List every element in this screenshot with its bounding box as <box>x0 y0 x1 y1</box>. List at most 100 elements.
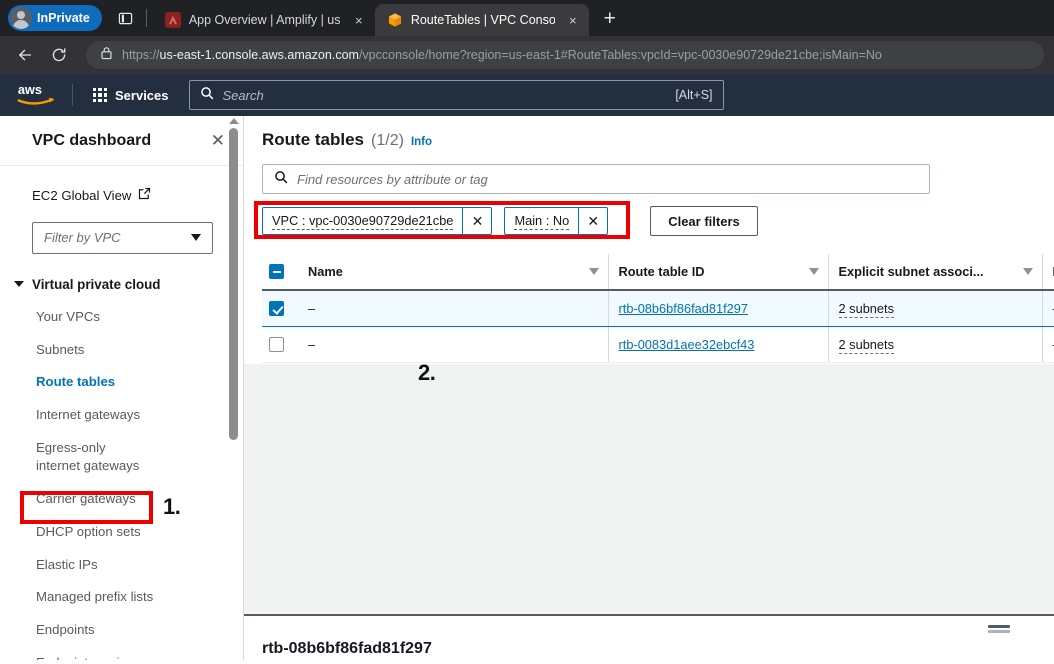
aws-logo-icon[interactable]: aws <box>16 82 58 108</box>
annotation-label-1: 1. <box>163 494 181 519</box>
remove-filter-icon[interactable]: ✕ <box>578 208 607 234</box>
vpc-sidebar: VPC dashboard ✕ EC2 Global View Filter b… <box>0 116 244 660</box>
services-label: Services <box>115 87 169 103</box>
grid-icon <box>93 88 107 102</box>
remove-filter-icon[interactable]: ✕ <box>462 208 491 234</box>
column-header-edge-associations[interactable]: E <box>1041 254 1054 291</box>
cell-route-table-id: rtb-0083d1aee32ebcf43 <box>607 326 828 363</box>
column-label: Explicit subnet associ... <box>838 264 984 279</box>
aws-search-shortcut: [Alt+S] <box>675 88 713 102</box>
aws-search-placeholder: Search <box>222 87 264 103</box>
select-all-header <box>262 254 308 291</box>
sidebar-header: VPC dashboard ✕ <box>0 116 243 166</box>
services-menu-button[interactable]: Services <box>87 83 175 108</box>
row-checkbox[interactable] <box>269 337 284 352</box>
tab-actions-icon[interactable] <box>112 4 140 32</box>
sidebar-item-managed-prefix-lists[interactable]: Managed prefix lists <box>0 581 243 614</box>
route-tables-table-wrapper: 2. Name Route table ID Explicit subnet a… <box>262 254 1054 385</box>
close-icon[interactable]: ✕ <box>211 132 225 149</box>
filter-token-label: Main : No <box>514 212 570 230</box>
subnet-association-value[interactable]: 2 subnets <box>838 337 894 354</box>
info-link[interactable]: Info <box>411 136 432 148</box>
page-title-row: Route tables (1/2) Info <box>262 130 1054 150</box>
reload-icon[interactable] <box>44 40 74 70</box>
back-icon[interactable] <box>10 40 40 70</box>
browser-tab-title: RouteTables | VPC Console <box>410 13 555 27</box>
sidebar-scrollbar[interactable] <box>228 118 239 660</box>
browser-tab-amplify[interactable]: App Overview | Amplify | us-east- × <box>153 4 375 36</box>
scroll-up-arrow-icon[interactable] <box>228 118 239 124</box>
sidebar-group-label: Virtual private cloud <box>32 276 161 292</box>
table-row[interactable]: – rtb-0083d1aee32ebcf43 2 subnets – <box>262 326 1054 363</box>
address-bar-url: https://us-east-1.console.aws.amazon.com… <box>122 48 882 62</box>
close-icon[interactable]: × <box>563 10 583 30</box>
subnet-association-value[interactable]: 2 subnets <box>838 301 894 318</box>
sidebar-item-egress-only-internet-gateways[interactable]: Egress-only internet gateways <box>0 432 165 483</box>
cell-subnet-associations: 2 subnets <box>827 326 1042 363</box>
sort-icon[interactable] <box>808 268 819 275</box>
sidebar-group-virtual-private-cloud[interactable]: Virtual private cloud <box>0 268 243 301</box>
vpc-icon <box>387 12 403 28</box>
resource-search-input[interactable]: Find resources by attribute or tag <box>262 164 930 194</box>
select-all-checkbox[interactable] <box>269 264 284 279</box>
inprivate-profile-badge[interactable]: InPrivate <box>8 5 102 31</box>
column-header-route-table-id[interactable]: Route table ID <box>607 254 828 291</box>
column-header-name[interactable]: Name <box>308 254 608 291</box>
table-row[interactable]: – rtb-08b6bf86fad81f297 2 subnets – <box>262 289 1054 327</box>
cell-route-table-id: rtb-08b6bf86fad81f297 <box>607 289 828 327</box>
browser-tab-vpc-console[interactable]: RouteTables | VPC Console × <box>374 4 589 36</box>
sidebar-item-ec2-global-view[interactable]: EC2 Global View <box>0 180 243 212</box>
sort-icon[interactable] <box>1022 268 1033 275</box>
filter-token-main[interactable]: Main : No ✕ <box>504 207 609 235</box>
sort-icon[interactable] <box>588 268 599 275</box>
row-select-cell <box>262 289 308 327</box>
new-tab-button[interactable]: + <box>595 3 625 33</box>
row-checkbox[interactable] <box>269 301 284 316</box>
route-table-id-link[interactable]: rtb-08b6bf86fad81f297 <box>619 301 749 316</box>
close-icon[interactable]: × <box>349 10 369 30</box>
cell-edge-associations: – <box>1041 289 1054 327</box>
column-header-explicit-subnet-associations[interactable]: Explicit subnet associ... <box>827 254 1042 291</box>
row-select-cell <box>262 326 308 363</box>
split-panel: rtb-08b6bf86fad81f297 <box>244 614 1054 660</box>
search-icon <box>274 170 288 189</box>
route-tables-panel: Route tables (1/2) Info Find resources b… <box>244 116 1054 385</box>
clear-filters-button[interactable]: Clear filters <box>650 206 758 236</box>
sidebar-item-endpoint-services[interactable]: Endpoint services <box>0 647 243 660</box>
sidebar-item-carrier-gateways[interactable]: Carrier gateways <box>0 483 243 516</box>
sidebar-item-endpoints[interactable]: Endpoints <box>0 614 243 647</box>
sidebar-item-dhcp-option-sets[interactable]: DHCP option sets <box>0 516 243 549</box>
sidebar-item-elastic-ips[interactable]: Elastic IPs <box>0 549 243 582</box>
svg-text:aws: aws <box>18 82 42 97</box>
sidebar-scroll-area: EC2 Global View Filter by VPC Virtual pr… <box>0 166 243 660</box>
filter-token-vpc[interactable]: VPC : vpc-0030e90729de21cbe ✕ <box>262 207 493 235</box>
external-link-icon <box>138 187 151 205</box>
sidebar-item-label: EC2 Global View <box>32 188 132 203</box>
address-bar[interactable]: https://us-east-1.console.aws.amazon.com… <box>86 41 1044 69</box>
column-label: Route table ID <box>618 264 705 279</box>
main-content: Route tables (1/2) Info Find resources b… <box>244 116 1054 660</box>
vpc-filter-select[interactable]: Filter by VPC <box>32 221 213 254</box>
sidebar-item-route-tables[interactable]: Route tables <box>0 366 243 399</box>
cell-name: – <box>308 326 608 363</box>
cell-name: – <box>308 289 608 327</box>
browser-tab-strip: InPrivate App Overview | Amplify | us-ea… <box>0 0 1054 36</box>
table-header-row: Name Route table ID Explicit subnet asso… <box>262 254 1054 291</box>
amplify-icon <box>164 12 181 28</box>
split-panel-resize-handle[interactable] <box>988 625 1010 634</box>
header-divider <box>72 84 73 106</box>
page-count: (1/2) <box>371 132 404 149</box>
browser-toolbar: https://us-east-1.console.aws.amazon.com… <box>0 36 1054 74</box>
route-table-id-link[interactable]: rtb-0083d1aee32ebcf43 <box>619 337 755 352</box>
scrollbar-thumb[interactable] <box>229 128 238 440</box>
vpc-filter-placeholder: Filter by VPC <box>44 230 121 246</box>
sidebar-item-your-vpcs[interactable]: Your VPCs <box>0 301 243 334</box>
aws-console-header: aws Services Search [Alt+S] <box>0 74 1054 116</box>
sidebar-item-subnets[interactable]: Subnets <box>0 334 243 367</box>
inprivate-label: InPrivate <box>37 11 90 25</box>
resource-search-placeholder: Find resources by attribute or tag <box>297 171 488 187</box>
sidebar-item-internet-gateways[interactable]: Internet gateways <box>0 399 243 432</box>
profile-avatar-icon <box>10 7 32 29</box>
aws-search-input[interactable]: Search [Alt+S] <box>188 80 724 110</box>
table-empty-area <box>244 363 1054 614</box>
